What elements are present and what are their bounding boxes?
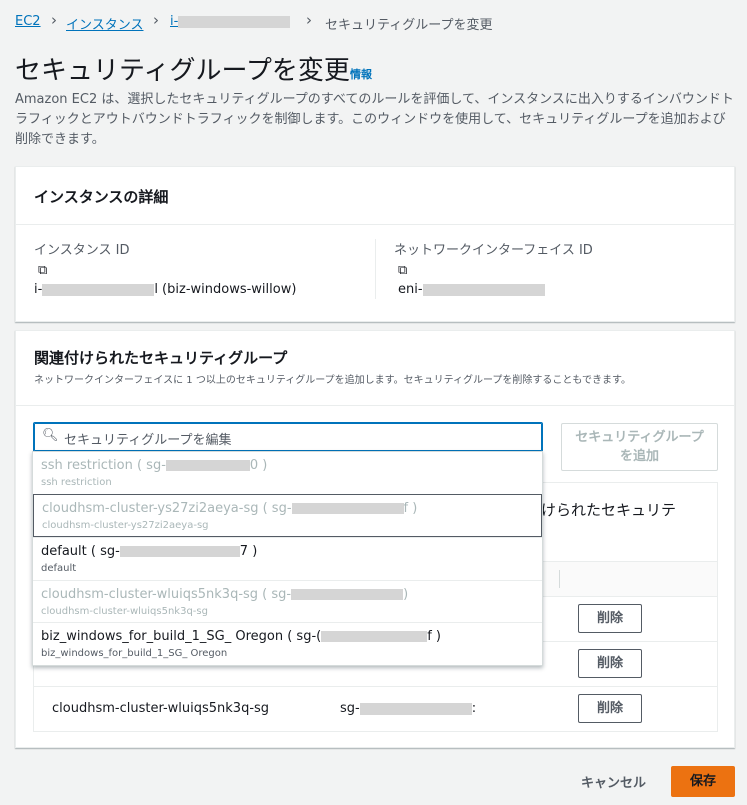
add-security-group-button[interactable]: セキュリティグループを追加 <box>561 423 718 471</box>
copy-icon[interactable]: ⧉ <box>398 263 407 278</box>
breadcrumb-instances[interactable]: インスタンス <box>66 14 143 33</box>
remove-button[interactable]: 削除 <box>578 604 642 633</box>
instance-id-label: インスタンス ID <box>34 243 130 258</box>
instance-id-value: i-l (biz-windows-willow) <box>34 282 297 297</box>
table-heading-fragment: けられたセキュリテ <box>541 501 677 519</box>
search-icon: 🔍︎ <box>42 428 59 443</box>
dropdown-option[interactable]: default ( sg- 7 ) default <box>33 537 542 580</box>
remove-button[interactable]: 削除 <box>578 694 642 723</box>
eni-value: eni- <box>398 282 545 297</box>
chevron-right-icon: › <box>51 11 57 29</box>
dropdown-option[interactable]: cloudhsm-cluster-ys27zi2aeya-sg ( sg-f )… <box>33 494 542 537</box>
breadcrumb-ec2[interactable]: EC2 <box>15 14 41 29</box>
page-title: セキュリティグループを変更 <box>15 56 350 86</box>
security-group-dropdown: ssh restriction ( sg- 0 ) ssh restriction… <box>32 451 543 666</box>
associated-groups-heading: 関連付けられたセキュリティグループ <box>34 349 288 367</box>
copy-icon[interactable]: ⧉ <box>38 263 47 278</box>
dropdown-option[interactable]: ssh restriction ( sg- 0 ) ssh restriction <box>33 452 542 494</box>
info-link[interactable]: 情報 <box>350 66 372 82</box>
divider <box>16 405 734 406</box>
breadcrumb-instance-id[interactable]: i- <box>170 14 291 29</box>
remove-button[interactable]: 削除 <box>578 649 642 678</box>
security-group-id: sg-: <box>340 701 477 716</box>
security-group-name: cloudhsm-cluster-wluiqs5nk3q-sg <box>52 701 270 716</box>
row-divider <box>34 686 717 687</box>
chevron-right-icon: › <box>306 11 312 29</box>
column-divider <box>375 239 376 299</box>
column-divider <box>559 570 560 588</box>
page-description: Amazon EC2 は、選択したセキュリティグループのすべてのルールを評価して… <box>15 92 734 147</box>
search-placeholder: セキュリティグループを編集 <box>64 433 232 448</box>
instance-details-card: インスタンスの詳細 インスタンス ID ⧉ i-l (biz-windows-w… <box>15 166 735 322</box>
chevron-right-icon: › <box>153 11 159 29</box>
dropdown-option[interactable]: biz_windows_for_build_1_SG_ Oregon ( sg-… <box>33 622 542 666</box>
breadcrumb-current: セキュリティグループを変更 <box>325 18 493 33</box>
card-header: インスタンスの詳細 <box>16 167 734 225</box>
eni-label: ネットワークインターフェイス ID <box>394 243 593 258</box>
security-group-search-input[interactable]: 🔍︎ セキュリティグループを編集 <box>33 422 543 452</box>
instance-details-heading: インスタンスの詳細 <box>34 188 169 206</box>
cancel-button[interactable]: キャンセル <box>581 772 646 791</box>
dropdown-option[interactable]: cloudhsm-cluster-wluiqs5nk3q-sg ( sg-) c… <box>33 580 542 622</box>
save-button[interactable]: 保存 <box>671 766 735 797</box>
associated-groups-description: ネットワークインターフェイスに 1 つ以上のセキュリティグループを追加します。セ… <box>34 375 632 386</box>
